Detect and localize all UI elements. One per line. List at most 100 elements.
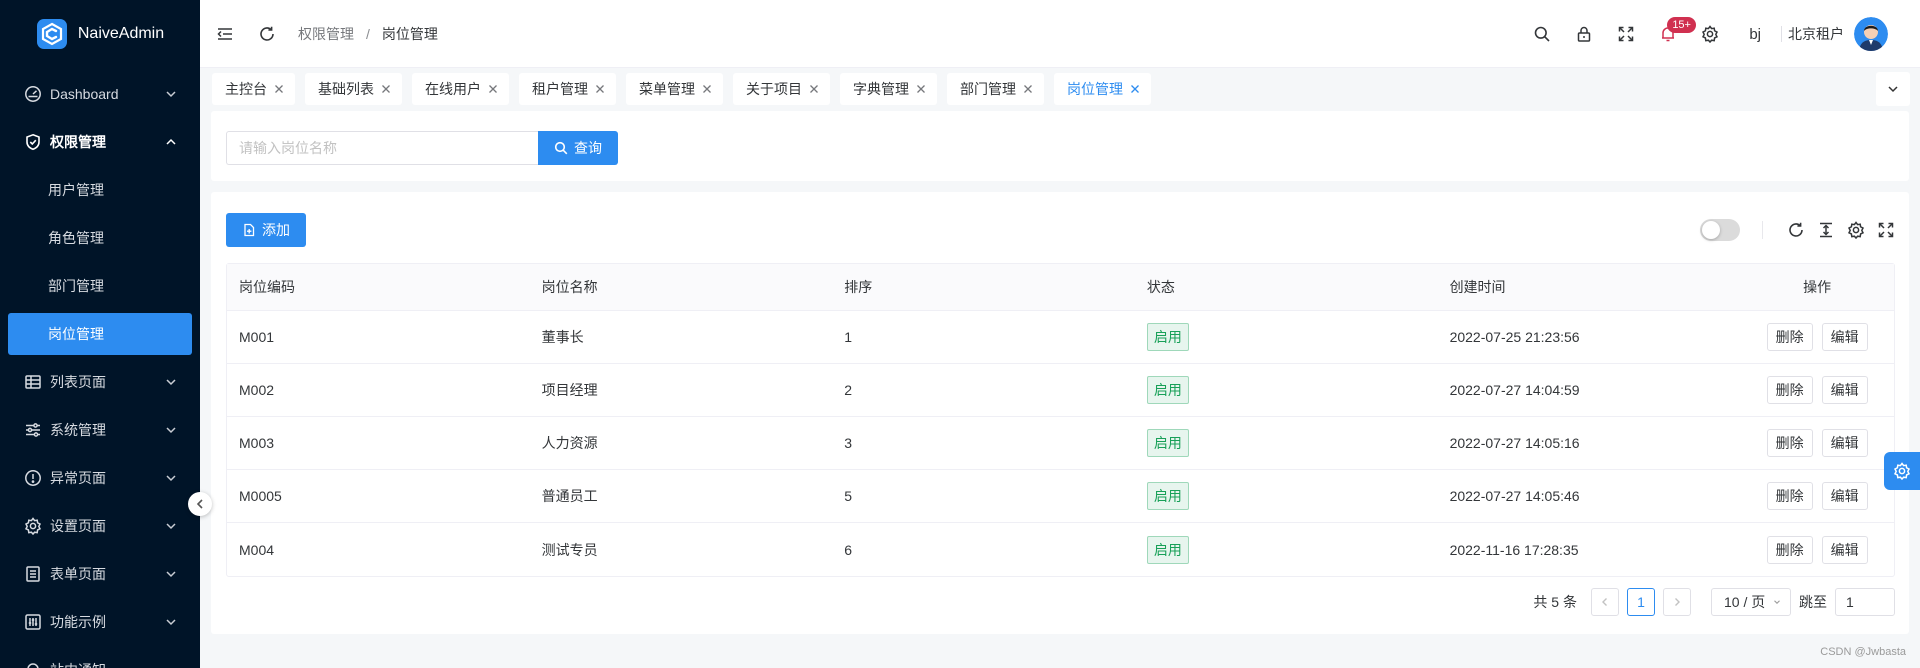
delete-button[interactable]: 删除: [1766, 429, 1813, 457]
tab-label: 关于项目: [746, 81, 802, 97]
tab-basic-list[interactable]: 基础列表: [305, 73, 402, 105]
sidebar-item-departments[interactable]: 部门管理: [8, 265, 192, 307]
refresh-icon[interactable]: [258, 25, 276, 43]
cell-status: 启用: [1135, 535, 1438, 564]
sidebar-item-settings[interactable]: 设置页面: [8, 505, 192, 547]
close-icon[interactable]: [701, 83, 713, 95]
sidebar-item-permissions[interactable]: 权限管理: [8, 121, 192, 163]
sidebar-item-list-pages[interactable]: 列表页面: [8, 361, 192, 403]
query-button-label: 查询: [574, 140, 602, 156]
sidebar-item-positions[interactable]: 岗位管理: [8, 313, 192, 355]
floating-settings-button[interactable]: [1884, 452, 1920, 490]
position-name-search-input[interactable]: [226, 131, 538, 165]
tab-menu-management[interactable]: 菜单管理: [626, 73, 723, 105]
pagination-total: 共 5 条: [1533, 594, 1577, 610]
cell-status: 启用: [1135, 376, 1438, 404]
page-number-button[interactable]: 1: [1627, 588, 1655, 616]
edit-button[interactable]: 编辑: [1821, 482, 1868, 510]
tenant-name[interactable]: 北京租户: [1788, 24, 1844, 44]
alert-icon: [25, 470, 41, 486]
sidebar-item-notifications[interactable]: 站内通知: [8, 649, 192, 668]
sidebar-item-roles[interactable]: 角色管理: [8, 217, 192, 259]
sidebar-item-users[interactable]: 用户管理: [8, 169, 192, 211]
edit-button[interactable]: 编辑: [1821, 535, 1868, 564]
column-height-icon[interactable]: [1817, 221, 1835, 239]
edit-button[interactable]: 编辑: [1821, 323, 1868, 351]
sidebar-item-exception[interactable]: 异常页面: [8, 457, 192, 499]
form-icon: [26, 566, 40, 582]
fullscreen-icon[interactable]: [1877, 221, 1895, 239]
striped-toggle[interactable]: [1700, 219, 1740, 241]
delete-button[interactable]: 删除: [1766, 482, 1813, 510]
breadcrumb-item[interactable]: 权限管理: [298, 24, 354, 44]
search-button[interactable]: [1521, 13, 1563, 55]
close-icon[interactable]: [380, 83, 392, 95]
cell-sort: 5: [844, 488, 853, 504]
notification-button[interactable]: 15+: [1647, 13, 1696, 55]
column-header-status: 状态: [1146, 279, 1175, 295]
sidebar-item-examples[interactable]: 功能示例: [8, 601, 192, 643]
page-size-select[interactable]: 10 / 页: [1711, 588, 1791, 616]
app-name: NaiveAdmin: [77, 25, 165, 42]
add-file-icon: [244, 223, 255, 237]
cell-sort: 3: [844, 435, 853, 451]
tab-online-users[interactable]: 在线用户: [412, 73, 509, 105]
gear-icon: [1893, 462, 1911, 480]
chevron-down-icon: [166, 475, 176, 482]
chevron-left-icon: [1602, 598, 1607, 606]
toolbar-divider: [1762, 221, 1763, 239]
column-settings-icon[interactable]: [1847, 221, 1865, 239]
column-header-sort: 排序: [844, 279, 873, 295]
tab-departments[interactable]: 部门管理: [947, 73, 1044, 105]
chevron-down-icon: [166, 427, 176, 434]
column-header-actions: 操作: [1803, 279, 1832, 295]
tab-label: 基础列表: [318, 81, 374, 97]
avatar[interactable]: [1854, 17, 1888, 51]
tab-positions[interactable]: 岗位管理: [1054, 73, 1151, 105]
delete-button[interactable]: 删除: [1766, 376, 1813, 404]
prev-page-button[interactable]: [1591, 588, 1619, 616]
tab-dictionary[interactable]: 字典管理: [840, 73, 937, 105]
jump-page-input[interactable]: [1835, 588, 1895, 616]
close-icon[interactable]: [487, 83, 499, 95]
tab-about[interactable]: 关于项目: [733, 73, 830, 105]
user-code[interactable]: bj: [1749, 26, 1761, 43]
tab-tenant-management[interactable]: 租户管理: [519, 73, 616, 105]
table-row: M002 项目经理 2 启用 2022-07-27 14:04:59 删除 编辑: [227, 364, 1894, 417]
dashboard-icon: [25, 86, 41, 102]
app-logo[interactable]: NaiveAdmin: [0, 0, 200, 68]
close-icon[interactable]: [594, 83, 606, 95]
delete-button[interactable]: 删除: [1766, 535, 1813, 564]
chevron-down-icon: [166, 91, 176, 98]
next-page-button[interactable]: [1663, 588, 1691, 616]
close-icon[interactable]: [1129, 83, 1141, 95]
add-button[interactable]: 添加: [226, 213, 306, 247]
sidebar-collapse-button[interactable]: [188, 492, 212, 516]
close-icon[interactable]: [273, 83, 285, 95]
sidebar-item-system[interactable]: 系统管理: [8, 409, 192, 451]
tab-dashboard[interactable]: 主控台: [212, 73, 295, 105]
function-icon: [25, 614, 41, 630]
close-icon[interactable]: [1022, 83, 1034, 95]
bell-icon: [27, 663, 39, 668]
refresh-icon[interactable]: [1787, 221, 1805, 239]
sidebar-item-dashboard[interactable]: Dashboard: [8, 73, 192, 115]
settings-button[interactable]: [1689, 13, 1731, 55]
menu-fold-icon[interactable]: [216, 25, 234, 43]
close-icon[interactable]: [808, 83, 820, 95]
lock-screen-button[interactable]: [1563, 13, 1605, 55]
close-icon[interactable]: [915, 83, 927, 95]
tabs-more-button[interactable]: [1876, 72, 1910, 106]
cell-created: 2022-07-27 14:04:59: [1449, 382, 1580, 398]
chevron-down-icon: [166, 571, 176, 578]
cell-name: 项目经理: [541, 382, 598, 398]
query-button[interactable]: 查询: [538, 131, 618, 165]
edit-button[interactable]: 编辑: [1821, 429, 1868, 457]
edit-button[interactable]: 编辑: [1821, 376, 1868, 404]
tab-label: 部门管理: [960, 81, 1016, 97]
search-icon: [1535, 26, 1550, 42]
sidebar-item-forms[interactable]: 表单页面: [8, 553, 192, 595]
fullscreen-button[interactable]: [1605, 13, 1647, 55]
delete-button[interactable]: 删除: [1766, 323, 1813, 351]
cell-name: 人力资源: [541, 435, 598, 451]
